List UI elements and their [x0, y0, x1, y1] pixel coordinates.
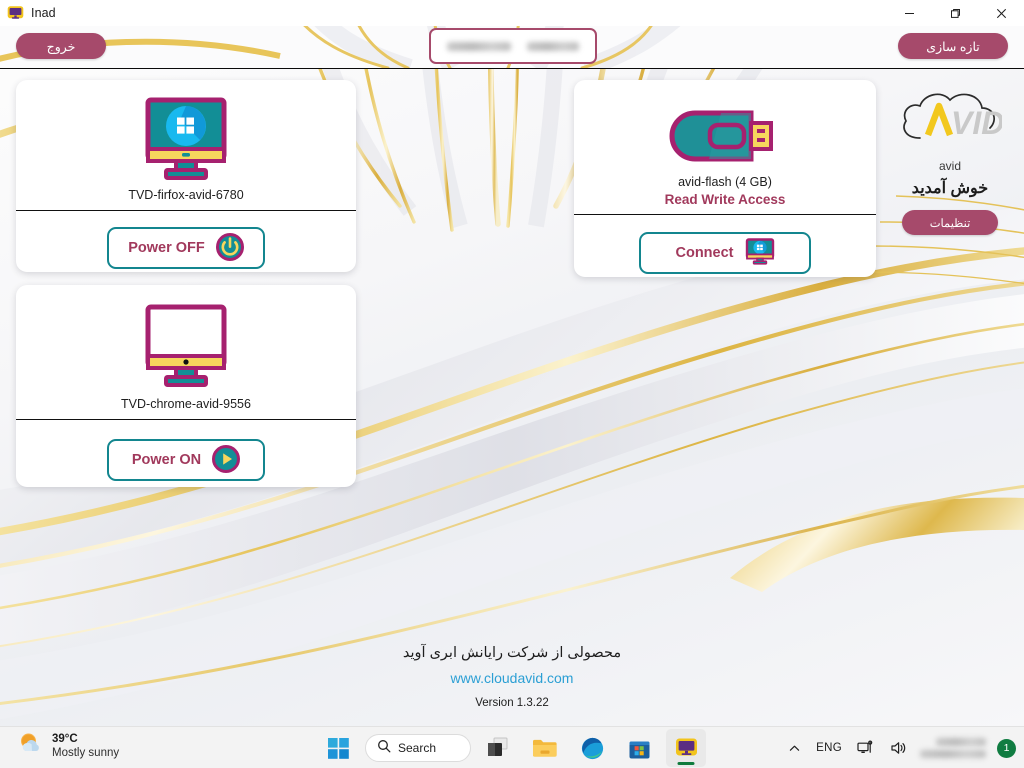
- vm-card[interactable]: TVD-firfox-avid-6780 Power OFF: [16, 80, 356, 272]
- search-label: Search: [398, 741, 437, 755]
- weather-temperature: 39°C: [52, 732, 78, 745]
- card-action-area: Connect: [574, 215, 876, 277]
- clock-time-redacted: [936, 738, 986, 746]
- monitor-windows-small-icon: [745, 237, 775, 268]
- monitor-icon: [7, 5, 24, 22]
- partly-sunny-icon: [18, 731, 43, 761]
- settings-button[interactable]: تنظیمات: [902, 210, 998, 235]
- network-icon[interactable]: [854, 736, 878, 760]
- clock-date-redacted: [920, 750, 986, 758]
- exit-button[interactable]: خروج: [16, 33, 106, 59]
- system-tray: ENG 1: [785, 727, 1016, 768]
- taskbar-weather-widget[interactable]: 39°C Mostly sunny: [18, 731, 119, 761]
- card-action-area: Power OFF: [16, 211, 356, 272]
- usb-flash-icon: [574, 80, 876, 175]
- search-icon: [377, 739, 391, 758]
- refresh-button[interactable]: تازه سازی: [898, 33, 1008, 59]
- connect-button[interactable]: Connect: [639, 231, 811, 274]
- card-action-area: Power ON: [16, 420, 356, 487]
- language-label: ENG: [816, 742, 842, 754]
- tray-overflow-button[interactable]: [785, 738, 804, 759]
- active-app-indicator: [677, 762, 695, 765]
- notification-badge[interactable]: 1: [997, 738, 1016, 758]
- power-off-button[interactable]: Power OFF: [107, 227, 265, 269]
- host-port-redacted: [527, 41, 579, 51]
- language-indicator[interactable]: ENG: [813, 738, 845, 758]
- footer: محصولی از شرکت رایانش ابری آوید www.clou…: [0, 645, 1024, 709]
- close-button[interactable]: [978, 0, 1024, 26]
- maximize-button[interactable]: [932, 0, 978, 26]
- footer-tagline: محصولی از شرکت رایانش ابری آوید: [402, 645, 622, 661]
- weather-condition: Mostly sunny: [52, 747, 120, 759]
- start-button[interactable]: [318, 729, 358, 767]
- vm-name: TVD-chrome-avid-9556: [121, 397, 251, 411]
- power-on-label: Power ON: [131, 452, 202, 468]
- minimize-button[interactable]: [886, 0, 932, 26]
- welcome-message: خوش آمدید: [911, 180, 989, 197]
- taskbar-item-microsoft-store[interactable]: [619, 729, 659, 767]
- window-title: Inad: [31, 6, 56, 20]
- header-divider: [0, 68, 1024, 69]
- search-input[interactable]: Search: [365, 734, 471, 762]
- title-bar: Inad: [0, 0, 1024, 26]
- avid-cloud-logo: VID: [898, 82, 1004, 153]
- title-bar-left: Inad: [0, 5, 56, 22]
- usb-device-card[interactable]: avid-flash (4 GB) Read Write Access Conn…: [574, 80, 876, 277]
- taskbar-item-task-view[interactable]: [478, 729, 518, 767]
- volume-icon[interactable]: [887, 736, 911, 760]
- taskbar-item-inad-app[interactable]: [666, 729, 706, 767]
- brand-panel: VID avid خوش آمدید تنظیمات: [890, 82, 1010, 235]
- host-value-redacted: [447, 41, 511, 51]
- taskbar-item-file-explorer[interactable]: [525, 729, 565, 767]
- connect-label: Connect: [675, 244, 734, 261]
- vm-card[interactable]: TVD-chrome-avid-9556 Power ON: [16, 285, 356, 487]
- power-on-button[interactable]: Power ON: [107, 439, 265, 481]
- play-icon: [212, 444, 241, 476]
- vm-name: TVD-firfox-avid-6780: [128, 188, 244, 202]
- power-off-label: Power OFF: [128, 240, 205, 256]
- host-address-field[interactable]: [429, 28, 597, 64]
- usb-device-name: avid-flash (4 GB): [678, 175, 772, 189]
- footer-website-link[interactable]: www.cloudavid.com: [451, 670, 574, 686]
- svg-text:VID: VID: [951, 105, 1002, 141]
- window-controls: [886, 0, 1024, 26]
- taskbar-item-microsoft-edge[interactable]: [572, 729, 612, 767]
- blank-monitor-icon: [16, 285, 356, 397]
- windows-taskbar: 39°C Mostly sunny Search ENG 1: [0, 726, 1024, 768]
- clock-redacted[interactable]: [920, 738, 988, 758]
- usb-access-status: Read Write Access: [664, 192, 786, 207]
- windows-monitor-icon: [16, 80, 356, 188]
- weather-text: 39°C Mostly sunny: [52, 732, 119, 761]
- power-icon: [215, 232, 244, 264]
- footer-version: Version 1.3.22: [475, 697, 549, 709]
- application-window: Inad خروج تازه سازی TVD-firfox-avid-6780…: [0, 0, 1024, 768]
- brand-name: avid: [938, 159, 961, 173]
